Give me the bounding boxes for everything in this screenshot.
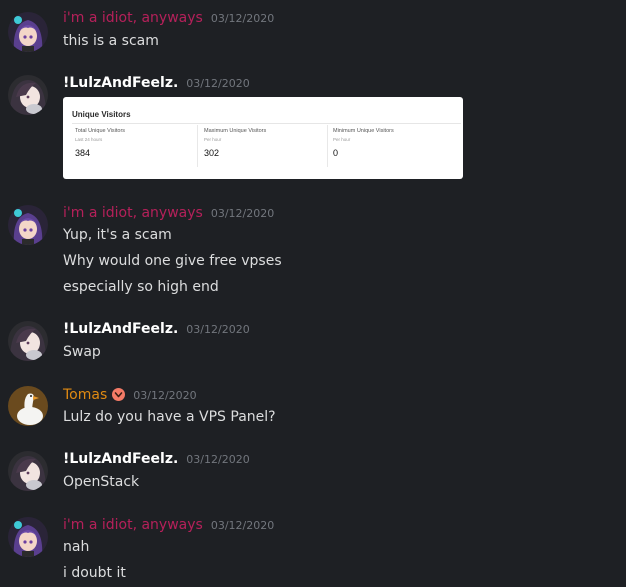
message-group: i'm a idiot, anyways 03/12/2020 this is … [0,0,626,60]
message-text: i doubt it [63,565,126,581]
author-name[interactable]: !LulzAndFeelz. [63,451,178,467]
author-name[interactable]: !LulzAndFeelz. [63,75,178,91]
timestamp: 03/12/2020 [186,77,250,90]
message-text: OpenStack [63,474,140,490]
avatar[interactable] [8,12,48,52]
anime-girl-avatar-icon [8,517,48,557]
message-text: Swap [63,344,101,360]
timestamp: 03/12/2020 [133,389,197,402]
avatar[interactable] [8,321,48,361]
stat-card: Minimum Unique Visitors Per hour 0 [330,125,458,165]
stat-value: 0 [333,148,339,158]
stat-card: Total Unique Visitors Last 24 hours 384 [72,125,200,165]
anime-girl-avatar-icon [8,451,48,491]
stat-sublabel: Last 24 hours [75,137,103,142]
author-name[interactable]: i'm a idiot, anyways [63,205,203,221]
timestamp: 03/12/2020 [210,207,275,220]
heart-badge-icon [112,388,126,401]
stat-label: Total Unique Visitors [75,128,126,134]
stat-label: Maximum Unique Visitors [204,128,267,134]
message-text: nah [63,539,90,555]
divider [72,123,461,124]
anime-girl-avatar-icon [8,321,48,361]
divider [197,125,198,167]
timestamp: 03/12/2020 [186,323,250,336]
author-name[interactable]: Tomas [63,387,107,403]
message-text: especially so high end [63,279,219,295]
avatar[interactable] [8,451,48,491]
message-text: Yup, it's a scam [63,227,172,243]
anime-girl-avatar-icon [8,75,48,115]
timestamp: 03/12/2020 [210,519,275,532]
author-name[interactable]: i'm a idiot, anyways [63,517,203,533]
author-name[interactable]: i'm a idiot, anyways [63,10,203,26]
stat-value: 384 [75,148,91,158]
stat-card: Maximum Unique Visitors Per hour 302 [201,125,329,165]
stat-label: Minimum Unique Visitors [333,128,394,134]
goose-avatar-icon [8,386,48,426]
image-attachment[interactable]: Unique Visitors Total Unique Visitors La… [63,97,463,179]
stat-sublabel: Per hour [333,137,351,142]
avatar[interactable] [8,517,48,557]
author-name[interactable]: !LulzAndFeelz. [63,321,178,337]
stat-sublabel: Per hour [204,137,222,142]
anime-girl-avatar-icon [8,205,48,245]
divider [327,125,328,167]
timestamp: 03/12/2020 [210,12,275,25]
embed-title: Unique Visitors [72,110,131,119]
timestamp: 03/12/2020 [186,453,250,466]
avatar[interactable] [8,75,48,115]
message-text: Lulz do you have a VPS Panel? [63,409,276,425]
message-text: Why would one give free vpses [63,253,282,269]
avatar[interactable] [8,386,48,426]
anime-girl-avatar-icon [8,12,48,52]
stat-value: 302 [204,148,220,158]
message-text: this is a scam [63,33,159,49]
avatar[interactable] [8,205,48,245]
